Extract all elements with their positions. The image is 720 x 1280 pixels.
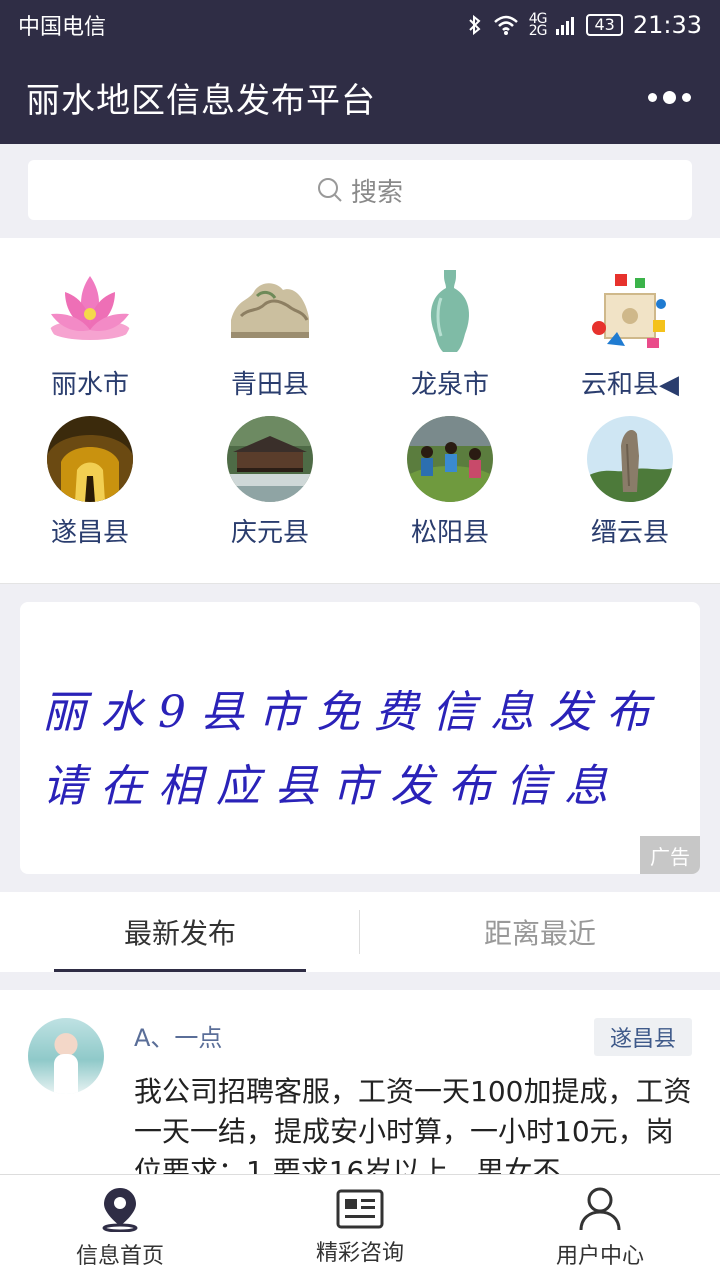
avatar[interactable] (28, 1018, 104, 1094)
county-grid: 丽水市 青田县 龙泉市 云和县◀ 遂昌县 庆元县 松阳县 缙云县 (0, 238, 720, 584)
more-options-button[interactable] (644, 77, 694, 117)
nav-news-label: 精彩咨询 (315, 1240, 404, 1266)
county-label: 遂昌县 (50, 518, 129, 548)
signal-icon (556, 17, 575, 35)
bluetooth-icon (468, 14, 481, 36)
nav-home[interactable]: 信息首页 (0, 1175, 240, 1280)
county-item-qingyuan[interactable]: 庆元县 (180, 416, 360, 549)
battery-indicator: 43 (586, 14, 623, 36)
location-pin-icon (102, 1187, 138, 1232)
clock: 21:33 (632, 11, 702, 39)
county-label: 缙云县 (590, 518, 669, 548)
post-content[interactable]: 我公司招聘客服，工资一天100加提成，工资一天一结，提成安小时算，一小时10元，… (134, 1072, 694, 1174)
status-bar: 中国电信 4G 2G 43 21:33 (0, 0, 720, 50)
more-dots-icon-center (662, 90, 676, 104)
covered-bridge-photo-icon (227, 416, 313, 502)
county-item-jinyun[interactable]: 缙云县 (540, 416, 720, 549)
tab-nearest[interactable]: 距离最近 (360, 892, 720, 972)
more-dots-icon (647, 92, 657, 102)
county-item-suichang[interactable]: 遂昌县 (0, 416, 180, 549)
wooden-toy-icon (587, 268, 673, 354)
search-placeholder: 搜索 (350, 177, 403, 208)
more-dots-icon-right (681, 92, 691, 102)
banner-line-2: 请在相应县市发布信息 (42, 761, 622, 812)
county-item-songyang[interactable]: 松阳县 (360, 416, 540, 549)
county-badge: 遂昌县 (593, 1018, 692, 1056)
post-username[interactable]: A、一点 (134, 1018, 222, 1053)
search-bar: 搜索 (0, 144, 720, 238)
nav-user[interactable]: 用户中心 (480, 1175, 720, 1280)
county-item-longquan[interactable]: 龙泉市 (360, 268, 540, 401)
lotus-flower-icon (47, 268, 133, 354)
ad-banner[interactable]: 丽水9县市免费信息发布 请在相应县市发布信息 广告 (20, 602, 700, 874)
county-label: 云和县◀ (581, 370, 679, 400)
nav-user-label: 用户中心 (555, 1243, 644, 1269)
ad-badge: 广告 (640, 836, 700, 874)
county-item-lishui[interactable]: 丽水市 (0, 268, 180, 401)
feed-tabs: 最新发布 距离最近 (0, 892, 720, 972)
user-icon (579, 1187, 621, 1230)
post-card[interactable]: A、一点 遂昌县 我公司招聘客服，工资一天100加提成，工资一天一结，提成安小时… (0, 990, 720, 1174)
title-bar: 丽水地区信息发布平台 (0, 50, 720, 144)
county-label: 丽水市 (50, 370, 129, 400)
banner-line-1: 丽水9县市免费信息发布 (42, 687, 664, 738)
county-label: 龙泉市 (410, 370, 489, 400)
network-type: 4G 2G (528, 11, 548, 39)
tab-divider (359, 910, 360, 954)
county-label: 庆元县 (230, 518, 309, 548)
celadon-vase-icon (407, 268, 493, 354)
newspaper-icon (336, 1189, 384, 1228)
county-label: 松阳县 (410, 518, 489, 548)
tab-latest[interactable]: 最新发布 (0, 892, 360, 972)
county-label: 青田县 (230, 370, 309, 400)
nav-news[interactable]: 精彩咨询 (240, 1175, 480, 1280)
tea-picking-photo-icon (407, 416, 493, 502)
tunnel-photo-icon (47, 416, 133, 502)
stone-carving-icon (227, 268, 313, 354)
bottom-navigation: 信息首页 精彩咨询 用户中心 (0, 1174, 720, 1280)
county-item-qingtian[interactable]: 青田县 (180, 268, 360, 401)
rock-pillar-photo-icon (587, 416, 673, 502)
status-icons: 4G 2G 43 21:33 (467, 11, 702, 39)
search-icon (317, 178, 342, 202)
wifi-icon (493, 15, 518, 35)
county-item-yunhe[interactable]: 云和县◀ (540, 268, 720, 401)
carrier-label: 中国电信 (18, 15, 107, 40)
search-input[interactable]: 搜索 (28, 160, 692, 220)
page-title: 丽水地区信息发布平台 (26, 80, 376, 121)
nav-home-label: 信息首页 (75, 1243, 164, 1269)
